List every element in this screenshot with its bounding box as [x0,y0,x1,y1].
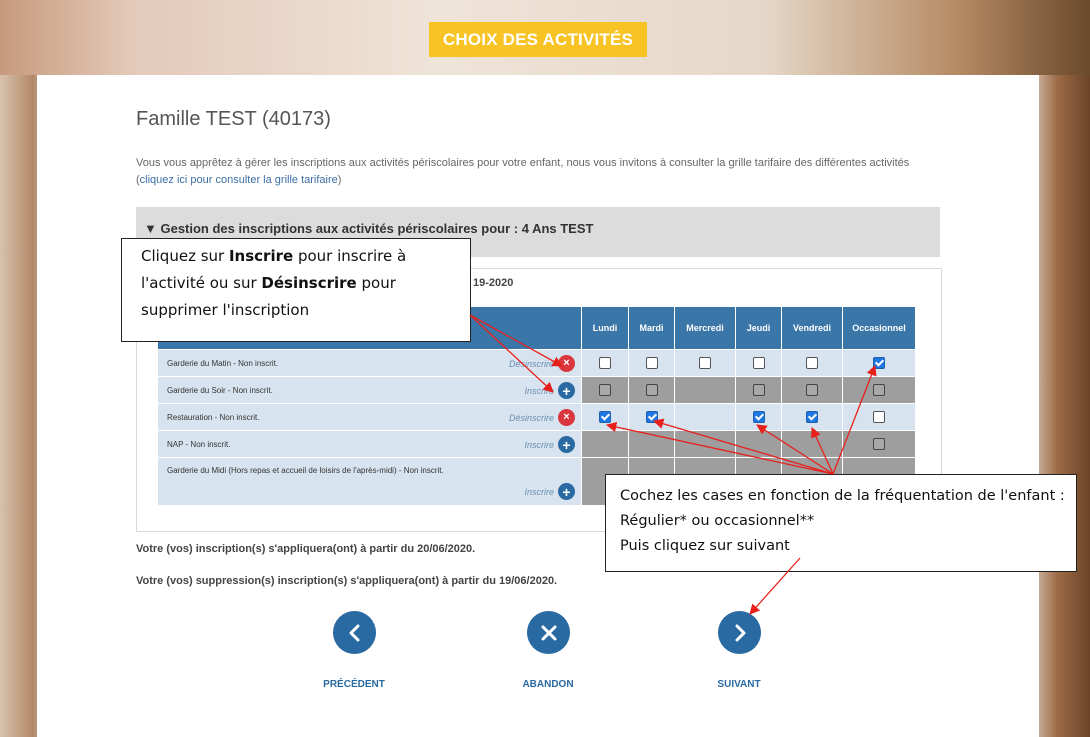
arrow [605,421,834,475]
arrow [653,418,834,475]
arrow [832,365,877,475]
annotation-arrows [469,314,877,615]
arrow [749,557,801,615]
